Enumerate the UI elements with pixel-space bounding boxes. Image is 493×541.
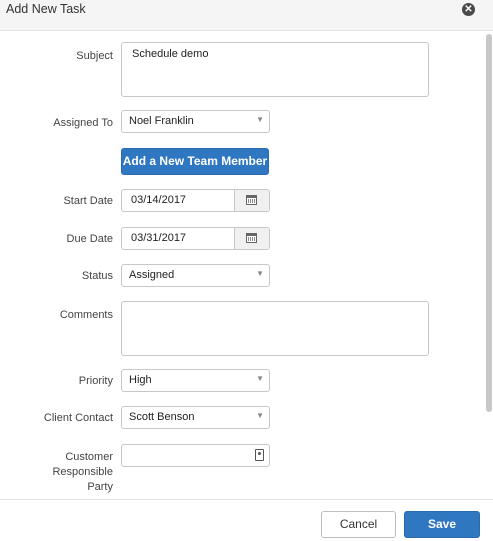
due-date-value: 03/31/2017 — [131, 232, 187, 244]
label-line: Party — [87, 481, 113, 493]
subject-value: Schedule demo — [132, 48, 209, 60]
status-label: Status — [81, 270, 113, 282]
client-contact-value: Scott Benson — [129, 411, 195, 423]
chevron-down-icon: ▼ — [256, 269, 264, 278]
chevron-down-icon: ▼ — [256, 374, 264, 383]
start-date-label: Start Date — [63, 195, 113, 207]
start-date-calendar-button[interactable] — [234, 190, 269, 211]
save-button[interactable]: Save — [404, 511, 480, 538]
priority-label: Priority — [78, 375, 113, 387]
comments-input[interactable] — [121, 301, 429, 356]
priority-select[interactable]: High ▼ — [121, 369, 270, 392]
due-date-input[interactable]: 03/31/2017 — [121, 227, 270, 250]
customer-responsible-party-label: Customer Responsible Party — [5, 450, 113, 495]
close-icon[interactable]: ✕ — [462, 3, 475, 16]
form-body: Subject Schedule demo Assigned To Noel F… — [0, 31, 493, 499]
dialog-header: Add New Task ✕ — [0, 0, 493, 31]
assigned-to-select[interactable]: Noel Franklin ▼ — [121, 110, 270, 133]
assigned-to-value: Noel Franklin — [129, 115, 194, 127]
calendar-icon — [246, 195, 257, 205]
chevron-down-icon: ▼ — [256, 115, 264, 124]
add-team-member-button[interactable]: Add a New Team Member — [121, 148, 269, 175]
client-contact-label: Client Contact — [43, 412, 113, 424]
due-date-calendar-button[interactable] — [234, 228, 269, 249]
customer-responsible-party-input[interactable] — [121, 444, 270, 467]
label-line: Responsible — [52, 466, 113, 478]
status-select[interactable]: Assigned ▼ — [121, 264, 270, 287]
label-line: Customer — [65, 451, 113, 463]
cancel-button[interactable]: Cancel — [321, 511, 396, 538]
subject-input[interactable]: Schedule demo — [121, 42, 429, 97]
contact-card-icon[interactable] — [255, 449, 264, 461]
dialog-footer: Cancel Save — [0, 499, 493, 541]
comments-label: Comments — [59, 309, 113, 321]
due-date-label: Due Date — [66, 233, 113, 245]
start-date-value: 03/14/2017 — [131, 194, 187, 206]
client-contact-select[interactable]: Scott Benson ▼ — [121, 406, 270, 429]
assigned-to-label: Assigned To — [53, 117, 113, 129]
priority-value: High — [129, 374, 152, 386]
calendar-icon — [246, 233, 257, 243]
dialog-title: Add New Task — [6, 2, 86, 16]
start-date-input[interactable]: 03/14/2017 — [121, 189, 270, 212]
status-value: Assigned — [129, 269, 175, 281]
chevron-down-icon: ▼ — [256, 411, 264, 420]
subject-label: Subject — [76, 50, 113, 62]
scrollbar[interactable] — [486, 34, 492, 412]
